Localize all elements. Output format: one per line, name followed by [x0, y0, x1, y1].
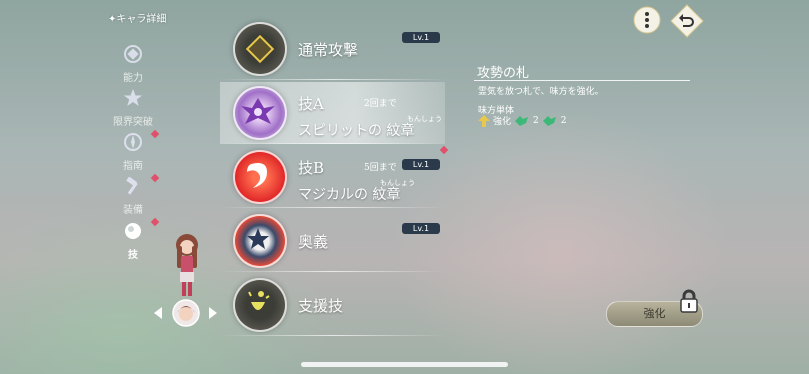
- star-icon: [124, 89, 142, 106]
- level-badge: Lv.1: [402, 32, 440, 43]
- nav-title: ✦キャラ詳細: [108, 14, 167, 25]
- skill-name: 技A: [298, 95, 324, 113]
- uses-limit: 2回まで: [364, 99, 397, 109]
- nav-item-equipment[interactable]: 装備: [112, 176, 154, 216]
- nav-label-ability: 能力: [123, 73, 143, 84]
- skill-row-skill-b[interactable]: 技B 5回まで Lv.1 もんしょう マジカルの 紋章: [220, 146, 445, 208]
- orb-icon: [125, 223, 141, 239]
- skill-row-normal-attack[interactable]: 通常攻撃 Lv.1: [220, 18, 445, 80]
- skill-name: 支援技: [298, 297, 344, 315]
- character-sprite: [176, 234, 198, 296]
- level-badge: Lv.1: [402, 223, 440, 234]
- diamond-icon: [233, 22, 287, 76]
- effect-label: 強化: [493, 117, 512, 127]
- skill-name: 奥義: [298, 233, 329, 251]
- skill-name: 技B: [298, 159, 325, 177]
- effect-count: 2: [533, 115, 539, 126]
- skill-effects: 強化 2 2: [478, 114, 566, 127]
- skill-row-skill-a[interactable]: 技A 2回まで もんしょう スピリットの 紋章: [220, 82, 445, 144]
- level-badge: Lv.1: [402, 159, 440, 170]
- spirit-crest-icon: [233, 86, 287, 140]
- back-icon[interactable]: [670, 4, 704, 38]
- skill-subtitle: スピリットの 紋章: [298, 123, 415, 139]
- ability-icon: [124, 45, 142, 63]
- hammer-icon: [126, 176, 138, 195]
- nav-label-skill: 技: [128, 250, 138, 261]
- more-options-icon[interactable]: [633, 6, 661, 34]
- lock-icon: [680, 289, 698, 313]
- nav-item-skill[interactable]: 技: [112, 221, 154, 261]
- nav-label-equipment: 装備: [123, 205, 143, 216]
- next-character-button[interactable]: [209, 307, 217, 319]
- support-sprout-icon: [233, 278, 287, 332]
- skill-detail-title: 攻勢の札: [477, 66, 530, 81]
- effect-count: 2: [560, 115, 567, 126]
- ultimate-star-icon: [233, 214, 287, 268]
- green-buff-icon: [515, 115, 529, 126]
- character-avatar[interactable]: [172, 299, 200, 327]
- magical-crest-icon: [233, 150, 287, 204]
- buff-up-icon: [478, 114, 490, 127]
- nav-label-guide: 指南: [123, 161, 143, 172]
- green-buff-icon: [542, 115, 556, 126]
- nav-label-limit-break: 限界突破: [113, 117, 153, 128]
- skill-row-ultimate[interactable]: 奥義 Lv.1: [220, 210, 445, 272]
- divider: [474, 80, 690, 81]
- nav-item-ability[interactable]: 能力: [112, 44, 154, 84]
- nav-item-limit-break[interactable]: 限界突破: [112, 88, 154, 128]
- uses-limit: 5回まで: [364, 163, 397, 173]
- skill-name: 通常攻撃: [298, 41, 359, 59]
- skill-subtitle: マジカルの 紋章: [298, 187, 401, 203]
- nav-item-guide[interactable]: 指南: [112, 132, 154, 172]
- skill-detail-description: 霊気を放つ札で、味方を強化。: [478, 87, 604, 97]
- skill-row-support[interactable]: 支援技: [220, 274, 445, 336]
- previous-character-button[interactable]: [154, 307, 162, 319]
- home-indicator[interactable]: [301, 362, 508, 367]
- compass-icon: [124, 133, 142, 151]
